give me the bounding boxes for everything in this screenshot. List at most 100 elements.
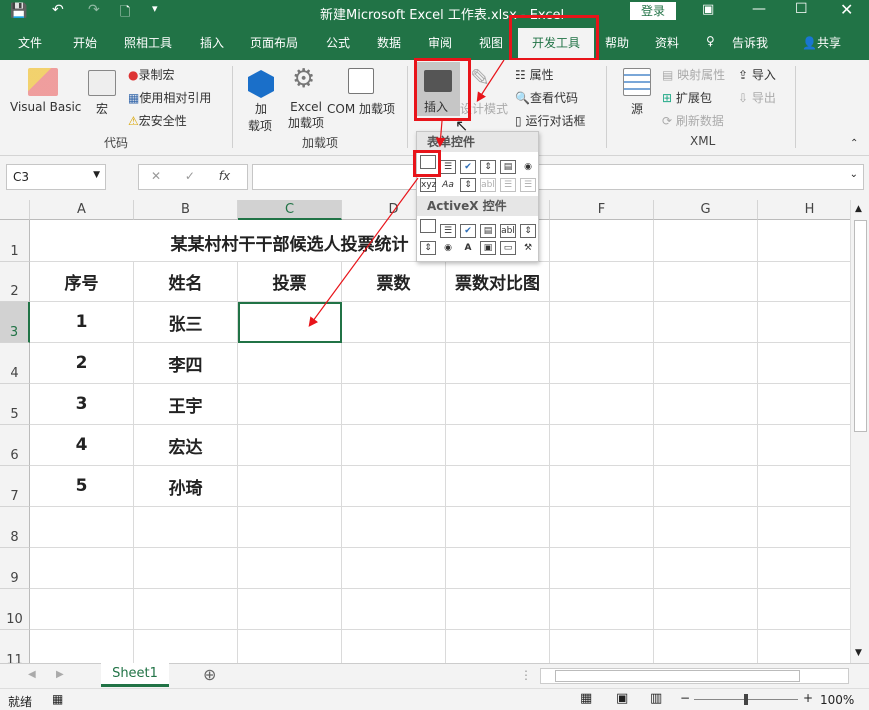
tab-help[interactable]: 帮助 — [605, 34, 629, 51]
activex-image-icon[interactable]: ▣ — [480, 241, 496, 255]
cell[interactable] — [758, 384, 850, 425]
spin-button-icon[interactable]: ⇕ — [480, 160, 496, 174]
header-cell[interactable]: 序号 — [30, 262, 134, 302]
zoom-in-icon[interactable]: + — [803, 691, 813, 705]
row-header-8[interactable]: 8 — [0, 507, 30, 548]
cell[interactable] — [654, 466, 758, 507]
cell[interactable] — [758, 630, 850, 663]
cell[interactable] — [758, 548, 850, 589]
cell[interactable] — [134, 589, 238, 630]
redo-icon[interactable]: ↷ — [88, 2, 100, 18]
cell[interactable] — [342, 507, 446, 548]
cell[interactable] — [550, 384, 654, 425]
scrollbar-thumb[interactable] — [854, 220, 867, 432]
cell[interactable] — [654, 262, 758, 302]
insert-function-button[interactable]: fx — [219, 169, 230, 183]
cell[interactable] — [238, 589, 342, 630]
sheet-tab-sheet1[interactable]: Sheet1 — [101, 663, 169, 687]
cell[interactable] — [654, 630, 758, 663]
select-all-corner[interactable] — [0, 200, 30, 220]
cell[interactable] — [30, 589, 134, 630]
data-cell[interactable]: 5 — [30, 466, 134, 507]
page-layout-view-icon[interactable]: ▣ — [616, 691, 628, 706]
prev-sheet-icon[interactable]: ◀ — [28, 669, 36, 680]
cell[interactable] — [238, 507, 342, 548]
data-cell[interactable]: 2 — [30, 343, 134, 384]
cell[interactable] — [654, 507, 758, 548]
cell[interactable] — [550, 507, 654, 548]
ribbon-display-icon[interactable]: ▣ — [702, 2, 714, 17]
tab-page-layout[interactable]: 页面布局 — [250, 34, 298, 51]
list-box-icon[interactable]: ▤ — [500, 160, 516, 174]
combo-list-icon[interactable]: ☰ — [500, 178, 516, 192]
cell[interactable] — [654, 343, 758, 384]
run-dialog-button[interactable]: ▯ 运行对话框 — [515, 112, 585, 129]
activex-listbox-icon[interactable]: ▤ — [480, 224, 496, 238]
cell[interactable] — [238, 630, 342, 663]
cell[interactable] — [758, 589, 850, 630]
cell[interactable] — [238, 384, 342, 425]
minimize-button[interactable]: — — [752, 1, 766, 17]
cell[interactable] — [446, 630, 550, 663]
cell[interactable] — [238, 425, 342, 466]
macro-security-button[interactable]: ⚠宏安全性 — [128, 112, 187, 129]
row-header-10[interactable]: 10 — [0, 589, 30, 630]
export-button[interactable]: ⇩ 导出 — [738, 89, 776, 106]
record-macro-button[interactable]: ●录制宏 — [128, 66, 175, 83]
save-icon[interactable]: 💾 — [10, 3, 27, 19]
column-header-G[interactable]: G — [654, 200, 758, 220]
cell[interactable] — [446, 589, 550, 630]
add-sheet-icon[interactable]: ⊕ — [203, 665, 216, 684]
next-sheet-icon[interactable]: ▶ — [56, 669, 64, 680]
row-header-7[interactable]: 7 — [0, 466, 30, 507]
cell[interactable] — [550, 343, 654, 384]
cell[interactable] — [446, 343, 550, 384]
combo-box-icon[interactable]: ☰ — [440, 160, 456, 174]
cell[interactable] — [446, 466, 550, 507]
cell[interactable] — [550, 589, 654, 630]
tab-view[interactable]: 视图 — [479, 34, 503, 51]
cell[interactable] — [342, 589, 446, 630]
activex-spin-icon[interactable]: ⇕ — [420, 241, 436, 255]
cell[interactable] — [446, 384, 550, 425]
cell[interactable] — [758, 343, 850, 384]
cell[interactable] — [654, 589, 758, 630]
row-header-11[interactable]: 11 — [0, 630, 30, 663]
tab-resources[interactable]: 资料 — [655, 34, 679, 51]
scroll-bar-icon[interactable]: ⇕ — [460, 178, 476, 192]
undo-icon[interactable]: ↶ — [52, 2, 64, 18]
tab-data[interactable]: 数据 — [377, 34, 401, 51]
header-cell[interactable]: 票数 — [342, 262, 446, 302]
data-cell[interactable]: 孙琦 — [134, 466, 238, 507]
map-properties-button[interactable]: ▤ 映射属性 — [662, 66, 725, 83]
cell[interactable] — [342, 302, 446, 343]
page-break-view-icon[interactable]: ▥ — [650, 691, 662, 706]
row-header-4[interactable]: 4 — [0, 343, 30, 384]
macro-record-icon[interactable]: ▦ — [52, 692, 63, 706]
label-icon[interactable]: Aa — [440, 179, 456, 193]
text-field-icon[interactable]: abl — [480, 178, 496, 192]
cell[interactable] — [654, 425, 758, 466]
close-button[interactable]: ✕ — [840, 0, 853, 19]
cell[interactable] — [550, 466, 654, 507]
view-code-button[interactable]: 🔍查看代码 — [515, 89, 578, 106]
collapse-ribbon-icon[interactable]: ⌃ — [850, 138, 858, 149]
column-header-F[interactable]: F — [550, 200, 654, 220]
activex-label-icon[interactable]: A — [460, 242, 476, 256]
zoom-slider[interactable] — [694, 694, 798, 705]
header-cell[interactable]: 投票 — [238, 262, 342, 302]
cell[interactable] — [342, 343, 446, 384]
cell[interactable] — [758, 262, 850, 302]
cell[interactable] — [758, 425, 850, 466]
vertical-scrollbar[interactable]: ▲ ▼ — [850, 200, 869, 663]
data-cell[interactable]: 1 — [30, 302, 134, 343]
properties-button[interactable]: ☷ 属性 — [515, 66, 554, 83]
source-button[interactable]: 源 — [631, 100, 643, 117]
formula-input[interactable]: ⌄ — [252, 164, 864, 190]
cell[interactable] — [134, 507, 238, 548]
header-cell[interactable]: 姓名 — [134, 262, 238, 302]
activex-textbox-icon[interactable]: abl — [500, 224, 516, 238]
data-cell[interactable]: 4 — [30, 425, 134, 466]
relative-reference-button[interactable]: ▦使用相对引用 — [128, 89, 211, 106]
scroll-down-icon[interactable]: ▼ — [855, 648, 862, 658]
